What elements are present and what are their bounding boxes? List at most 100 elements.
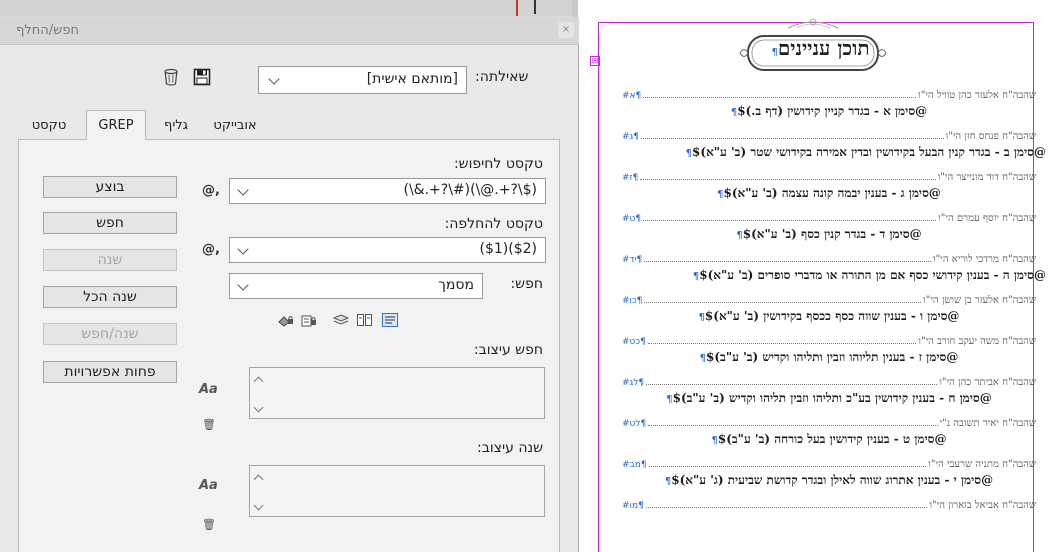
clear-change-format-icon[interactable]: 🗑 bbox=[201, 518, 217, 531]
special-characters-for-search-button[interactable]: @, bbox=[200, 180, 222, 202]
dot-leader bbox=[647, 342, 917, 344]
toc-siman-heading: @סימן ה - בענין קידושי כסף אם מן התורה א… bbox=[622, 265, 1046, 286]
find-what-value: (\&.+?\#)(\@.+?\$) bbox=[403, 182, 538, 198]
author-name: שהבה"ח דוד מונייצר הי"ו bbox=[937, 171, 1036, 183]
search-scope-label: חפש: bbox=[510, 276, 543, 292]
dialog-title: חפש/החלף bbox=[16, 23, 79, 38]
siman-text: @סימן ח - בענין קידושין בע"כ ותליהו וזבי… bbox=[672, 390, 992, 405]
find-format-label: חפש עיצוב: bbox=[473, 342, 543, 358]
toc-author-line: שהבה"ח פנחס חזן הי"ו ¶ג# bbox=[622, 121, 1036, 142]
specify-find-format-icon[interactable]: Aa bbox=[199, 382, 218, 397]
special-characters-for-replace-button[interactable]: @, bbox=[200, 239, 222, 261]
delete-query-icon[interactable] bbox=[163, 68, 179, 86]
siman-text: @סימן ה - בענין קידושי כסף אם מן התורה א… bbox=[699, 267, 1046, 282]
specify-change-format-icon[interactable]: Aa bbox=[199, 478, 218, 493]
tab-object[interactable]: אובייקט bbox=[201, 110, 269, 140]
save-query-icon[interactable] bbox=[193, 68, 211, 86]
dot-leader bbox=[640, 137, 944, 139]
siman-text: @סימן ד - בגדר קנין כסף (ב' ע"א)$ bbox=[742, 226, 922, 241]
siman-text: @סימן ט - בענין קידושין בעל כורחה (ב' ע"… bbox=[717, 431, 947, 446]
find-next-button[interactable]: חפש bbox=[43, 212, 177, 234]
change-to-input[interactable]: ($1)($2) bbox=[229, 237, 546, 263]
siman-text: @סימן ג - בענין יבמה קונה עצמה (ב' ע"א)$ bbox=[723, 185, 941, 200]
page-reference: ¶ג# bbox=[622, 131, 639, 142]
page-reference: ¶מב# bbox=[622, 459, 647, 470]
chevron-up-icon bbox=[253, 474, 264, 485]
toc-author-line: שהבה"ח יאיר תשובה נ"י ¶לט# bbox=[622, 408, 1036, 429]
include-master-pages-icon[interactable] bbox=[357, 313, 373, 327]
include-hidden-layers-icon[interactable] bbox=[333, 313, 349, 327]
include-locked-stories-icon[interactable] bbox=[278, 313, 294, 327]
query-dropdown[interactable]: [מותאם אישית] bbox=[258, 66, 467, 94]
toc-author-line: שהבה"ח אביתר כהן הי"ו ¶לג# bbox=[622, 367, 1036, 388]
author-name: שהבה"ח אלעזר כהן טוויל הי"ו bbox=[918, 89, 1036, 101]
search-scope-value: מסמך bbox=[438, 277, 474, 293]
page-reference: ¶ז# bbox=[622, 172, 639, 183]
search-scope-dropdown[interactable]: מסמך bbox=[229, 273, 483, 299]
author-name: שהבה"ח פנחס חזן הי"ו bbox=[945, 130, 1036, 142]
tab-bar: אובייקט גליף GREP טקסט bbox=[18, 110, 560, 140]
dialog-titlebar[interactable]: חפש/החלף × bbox=[0, 17, 579, 45]
page-reference: ¶לג# bbox=[622, 377, 645, 388]
author-name: שהבה"ח יוסף עמרם הי"ו bbox=[938, 212, 1036, 224]
query-value: [מותאם אישית] bbox=[366, 71, 458, 87]
tab-grep[interactable]: GREP bbox=[86, 110, 146, 140]
page-reference: ¶ט# bbox=[622, 213, 642, 224]
toc-list: שהבה"ח אלעזר כהן טוויל הי"ו ¶א# @סימן א - … bbox=[622, 80, 1046, 511]
chevron-up-icon bbox=[253, 376, 264, 387]
fewer-options-button[interactable]: פחות אפשרויות bbox=[43, 361, 177, 383]
dot-leader bbox=[648, 465, 927, 467]
dot-leader bbox=[644, 301, 922, 303]
include-locked-layers-icon[interactable] bbox=[301, 313, 317, 327]
toc-siman-heading: @סימן ב - בגדר קנין הבעל בקידושין ובדין … bbox=[622, 142, 1046, 163]
siman-text: @סימן ז - בענין תליוהו וזבין ותליהו וקדי… bbox=[706, 349, 959, 364]
toc-author-line: שהבה"ח יוסף עמרם הי"ו ¶ט# bbox=[622, 203, 1036, 224]
change-find-button[interactable]: שנה/חפש bbox=[43, 323, 177, 345]
toc-siman-heading: @סימן ט - בענין קידושין בעל כורחה (ב' ע"… bbox=[622, 429, 1036, 450]
clear-find-format-icon[interactable]: 🗑 bbox=[201, 418, 217, 431]
author-name: שהבה"ח מתניה שרעבי הי"ו bbox=[928, 458, 1036, 470]
change-all-button[interactable]: שנה הכל bbox=[43, 286, 177, 308]
author-name: שהבה"ח אביתר כהן הי"ו bbox=[939, 376, 1036, 388]
change-format-box[interactable] bbox=[249, 465, 545, 517]
dot-leader bbox=[643, 96, 917, 98]
tab-glyph[interactable]: גליף bbox=[151, 110, 201, 140]
toc-author-line: שהבה"ח משה יעקב חורב הי"ו ¶כט# bbox=[622, 326, 1036, 347]
page-reference: ¶כו# bbox=[622, 295, 643, 306]
dot-leader bbox=[648, 424, 938, 426]
document-page[interactable]: ⊞ תוכן עניינים¶ שהבה"ח אלעזר כהן טוויל ה… bbox=[578, 0, 1063, 552]
toc-siman-heading: @סימן י - בענין אתרוג שווה לאילן ובגדר ק… bbox=[622, 470, 1036, 491]
find-what-input[interactable]: (\&.+?\#)(\@.+?\$) bbox=[229, 178, 546, 204]
siman-text: @סימן ו - בענין שווה כסף ככסף בקידושין (… bbox=[704, 308, 960, 323]
tab-text[interactable]: טקסט bbox=[18, 110, 80, 140]
close-button[interactable]: × bbox=[558, 22, 574, 38]
indesign-workspace: ⊞ תוכן עניינים¶ שהבה"ח אלעזר כהן טוויל ה… bbox=[0, 0, 1063, 552]
toc-siman-heading: @סימן ו - בענין שווה כסף ככסף בקידושין (… bbox=[622, 306, 1036, 327]
find-change-dialog: חפש/החלף × שאילתה: [מותאם אישית] אובייקט… bbox=[0, 17, 579, 552]
toc-siman-heading: @סימן ז - בענין תליוהו וזבין ותליהו וקדי… bbox=[622, 347, 1036, 368]
page-edge bbox=[534, 0, 536, 14]
change-to-label: טקסט להחלפה: bbox=[444, 216, 543, 232]
toc-author-line: שהבה"ח אלעזר בן שושן הי"ו ¶כו# bbox=[622, 285, 1036, 306]
toc-siman-heading: @סימן א - בגדר קניין קידושין (דף ב.)$¶ bbox=[622, 101, 1036, 122]
chevron-down-icon bbox=[253, 402, 264, 413]
done-button[interactable]: בוצע bbox=[43, 176, 177, 198]
author-name: שהבה"ח יאיר תשובה נ"י bbox=[939, 417, 1036, 429]
pasteboard bbox=[0, 0, 580, 16]
find-format-box[interactable] bbox=[249, 367, 545, 419]
change-button[interactable]: שנה bbox=[43, 249, 177, 271]
chevron-down-icon bbox=[268, 73, 280, 85]
include-footnotes-icon[interactable] bbox=[382, 313, 398, 327]
grep-tab-panel: טקסט לחיפוש: (\&.+?\#)(\@.+?\$) @, טקסט … bbox=[18, 139, 560, 552]
author-name: שהבה"ח מרדכי לוריא הי"ו bbox=[933, 253, 1036, 265]
chevron-down-icon bbox=[237, 279, 249, 291]
page-reference: ¶מו# bbox=[622, 500, 644, 511]
find-what-label: טקסט לחיפוש: bbox=[453, 156, 543, 172]
dot-leader bbox=[645, 506, 928, 508]
bleed-guide bbox=[516, 0, 518, 16]
change-format-label: שנה עיצוב: bbox=[477, 440, 543, 456]
toc-author-line: שהבה"ח דוד מונייצר הי"ו ¶ז# bbox=[622, 162, 1036, 183]
page-reference: ¶לט# bbox=[622, 418, 647, 429]
dot-leader bbox=[644, 260, 932, 262]
dot-leader bbox=[643, 219, 937, 221]
